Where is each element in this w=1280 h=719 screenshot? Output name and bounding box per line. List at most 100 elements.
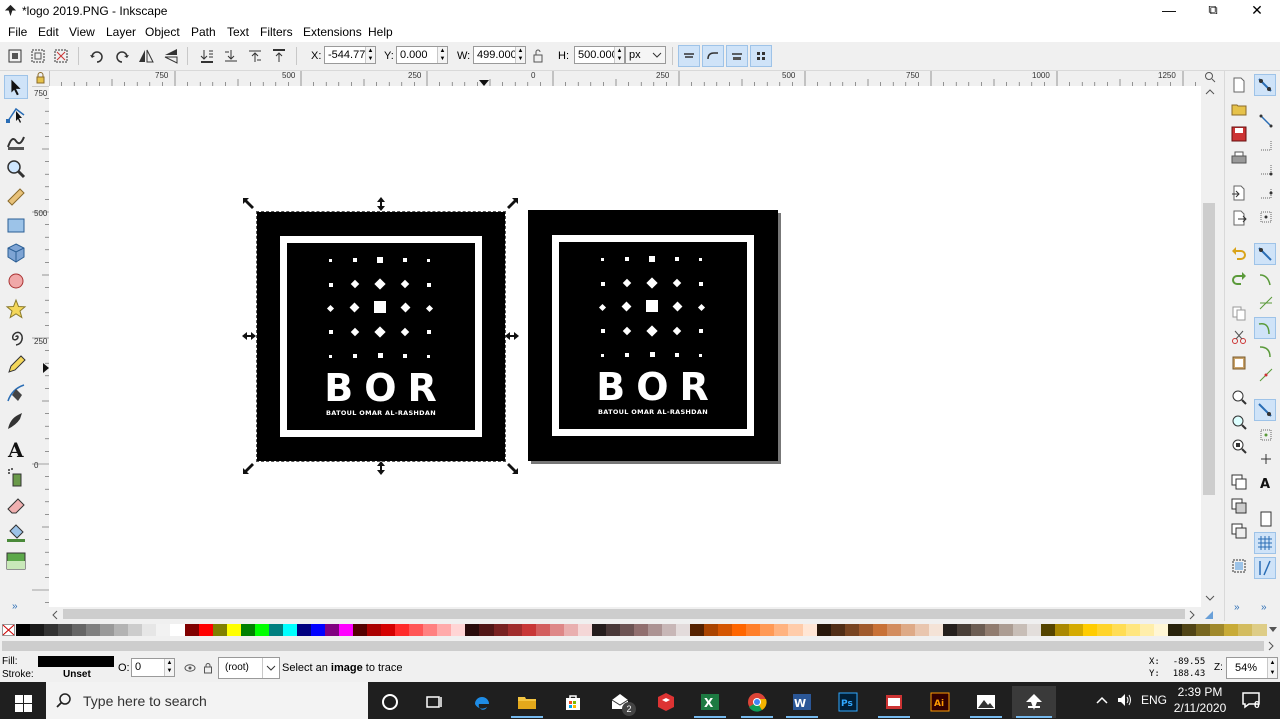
color-swatch[interactable]	[914, 624, 930, 636]
measure-tool[interactable]	[4, 185, 28, 209]
logo-image[interactable]: BOR BATOUL OMAR AL-RASHDAN	[528, 210, 778, 461]
color-swatch[interactable]	[1055, 624, 1071, 636]
color-swatch[interactable]	[957, 624, 972, 636]
opacity-stepper[interactable]: ▲ ▼	[164, 659, 174, 676]
palette-scrollbar[interactable]	[0, 638, 1280, 654]
color-swatch[interactable]	[718, 624, 734, 636]
flip-vertical-icon[interactable]	[162, 47, 180, 65]
y-input[interactable]: 0.000 ▲ ▼	[396, 46, 448, 64]
color-swatch[interactable]	[437, 624, 453, 636]
menu-help[interactable]: Help	[368, 25, 393, 39]
color-swatch[interactable]	[212, 624, 228, 636]
color-swatch[interactable]	[746, 624, 762, 636]
mail-app[interactable]: 2	[600, 686, 640, 718]
move-patterns-toggle[interactable]	[750, 45, 772, 67]
color-swatch[interactable]	[802, 624, 818, 636]
snap-midpoint-icon[interactable]	[1258, 367, 1274, 383]
color-swatch[interactable]	[128, 624, 144, 636]
color-swatch[interactable]	[1083, 624, 1099, 636]
snap-intersections-icon[interactable]	[1258, 295, 1274, 311]
illustrator-app[interactable]: Ai	[920, 686, 960, 718]
color-swatch[interactable]	[72, 624, 88, 636]
snap-bbox-icon[interactable]	[1258, 113, 1274, 129]
opacity-input[interactable]: 0 ▲ ▼	[131, 658, 175, 677]
color-swatch[interactable]	[310, 624, 326, 636]
raise-icon[interactable]	[246, 47, 264, 65]
width-input[interactable]: 499.000 ▲ ▼	[473, 46, 526, 64]
color-swatch[interactable]	[760, 624, 776, 636]
horizontal-scrollbar[interactable]	[49, 607, 1218, 621]
scale-stroke-toggle[interactable]	[678, 45, 700, 67]
color-swatch[interactable]	[409, 624, 425, 636]
color-swatch[interactable]	[788, 624, 804, 636]
eraser-tool[interactable]	[4, 493, 28, 517]
color-swatch[interactable]	[479, 624, 495, 636]
task-view-button[interactable]	[414, 686, 454, 718]
color-swatch[interactable]	[858, 624, 874, 636]
vertical-ruler[interactable]: 750 500 250 0	[32, 86, 50, 607]
zoom-tool[interactable]	[4, 157, 28, 181]
new-document-icon[interactable]	[1231, 77, 1247, 93]
scroll-right-icon[interactable]	[1189, 610, 1195, 620]
snap-bbox-midpoints-icon[interactable]	[1258, 185, 1274, 201]
color-swatch[interactable]	[830, 624, 846, 636]
zoom-input[interactable]: 54% ▲ ▼	[1226, 657, 1278, 679]
snap-nodes-toggle[interactable]	[1254, 243, 1276, 265]
undo-icon[interactable]	[1231, 245, 1247, 261]
palette-options-icon[interactable]	[1268, 625, 1278, 635]
color-swatch[interactable]	[774, 624, 790, 636]
scale-handle-sw-icon[interactable]	[242, 461, 256, 475]
color-swatch[interactable]	[226, 624, 242, 636]
menu-extensions[interactable]: Extensions	[303, 25, 362, 39]
color-swatch[interactable]	[381, 624, 397, 636]
scale-handle-n-icon[interactable]	[374, 197, 388, 211]
save-icon[interactable]	[1231, 126, 1247, 142]
color-swatch[interactable]	[605, 624, 621, 636]
redo-icon[interactable]	[1231, 270, 1247, 286]
color-swatch[interactable]	[985, 624, 1001, 636]
color-swatch[interactable]	[549, 624, 565, 636]
menu-file[interactable]: File	[8, 25, 27, 39]
color-swatch[interactable]	[268, 624, 284, 636]
color-swatch[interactable]	[1111, 624, 1127, 636]
pdf-reader-app[interactable]	[874, 686, 914, 718]
lower-icon[interactable]	[222, 47, 240, 65]
import-icon[interactable]	[1231, 185, 1247, 201]
snap-rotation-center-icon[interactable]	[1258, 451, 1274, 467]
photos-app[interactable]	[966, 686, 1006, 718]
layer-dropdown[interactable]	[262, 658, 279, 678]
color-swatch[interactable]	[648, 624, 664, 636]
zoom-page-icon[interactable]	[1231, 438, 1247, 454]
color-swatch[interactable]	[872, 624, 888, 636]
paste-icon[interactable]	[1231, 354, 1247, 370]
drawing-canvas[interactable]: BOR BATOUL OMAR AL-RASHDAN BOR BATOUL OM…	[49, 86, 1201, 607]
color-swatch[interactable]	[928, 624, 944, 636]
paint-bucket-tool[interactable]	[4, 521, 28, 545]
snap-enable-toggle[interactable]	[1254, 74, 1276, 96]
scroll-down-icon[interactable]	[1205, 595, 1215, 601]
color-swatch[interactable]	[690, 624, 706, 636]
menu-object[interactable]: Object	[145, 25, 180, 39]
color-swatch[interactable]	[114, 624, 130, 636]
horizontal-ruler[interactable]: 750 500 250 0 250 500 750 1000 1250	[49, 71, 1201, 87]
inkscape-app[interactable]	[1012, 686, 1056, 718]
color-swatch[interactable]	[58, 624, 74, 636]
color-swatch[interactable]	[1223, 624, 1239, 636]
y-stepper[interactable]: ▲ ▼	[437, 47, 447, 63]
snap-bbox-centers-icon[interactable]	[1258, 209, 1274, 225]
color-swatch[interactable]	[1139, 624, 1155, 636]
color-swatch[interactable]	[1125, 624, 1141, 636]
color-swatch[interactable]	[999, 624, 1015, 636]
open-folder-icon[interactable]	[1231, 101, 1247, 117]
store-app[interactable]	[553, 686, 593, 718]
height-input[interactable]: 500.000 ▲ ▼	[574, 46, 625, 64]
height-stepper[interactable]: ▲ ▼	[614, 47, 624, 63]
snap-cusp-toggle[interactable]	[1254, 317, 1276, 339]
excel-app[interactable]: X	[690, 686, 730, 718]
menu-edit[interactable]: Edit	[38, 25, 59, 39]
scroll-up-icon[interactable]	[1205, 89, 1215, 95]
color-swatch[interactable]	[507, 624, 523, 636]
color-swatch[interactable]	[30, 624, 46, 636]
snap-grid-toggle[interactable]	[1254, 532, 1276, 554]
color-swatch[interactable]	[44, 624, 60, 636]
